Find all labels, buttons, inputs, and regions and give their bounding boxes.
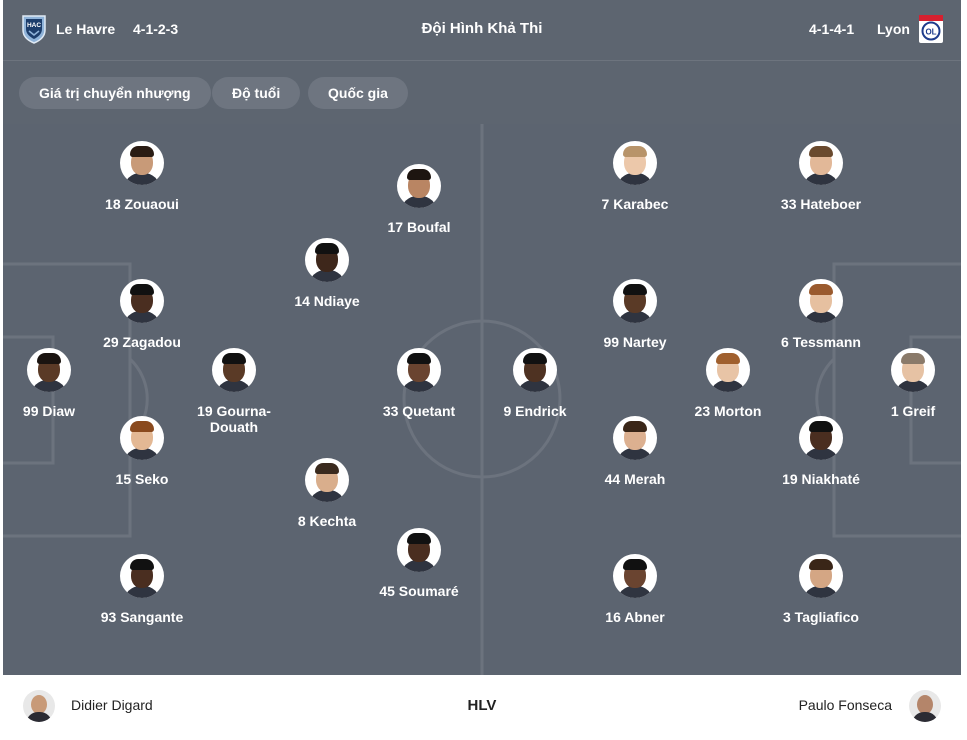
away-coach-name[interactable]: Paulo Fonseca [799, 697, 892, 713]
player-avatar[interactable] [706, 348, 750, 392]
away-player[interactable]: 23 Morton [663, 348, 793, 419]
away-formation: 4-1-4-1 [809, 21, 855, 37]
player-name[interactable]: 17 Boufal [354, 219, 484, 235]
player-name[interactable]: 45 Soumaré [354, 583, 484, 599]
player-name[interactable]: 33 Hateboer [756, 196, 886, 212]
tab-transfer-value[interactable]: Giá trị chuyển nhượng [19, 77, 211, 109]
home-player[interactable]: 8 Kechta [262, 458, 392, 529]
player-name[interactable]: 18 Zouaoui [77, 196, 207, 212]
player-avatar[interactable] [799, 279, 843, 323]
match-header: HAC Le Havre 4-1-2-3 Đội Hình Khả Thi 4-… [3, 0, 961, 60]
view-tabs: Giá trị chuyển nhượng Độ tuổi Quốc gia [3, 61, 961, 124]
player-avatar[interactable] [397, 528, 441, 572]
player-name[interactable]: 19 Gourna- Douath [169, 403, 299, 435]
player-avatar[interactable] [305, 238, 349, 282]
away-player[interactable]: 33 Hateboer [756, 141, 886, 212]
home-player[interactable]: 99 Diaw [3, 348, 114, 419]
player-name[interactable]: 14 Ndiaye [262, 293, 392, 309]
away-player[interactable]: 6 Tessmann [756, 279, 886, 350]
home-player[interactable]: 93 Sangante [77, 554, 207, 625]
player-avatar[interactable] [513, 348, 557, 392]
player-avatar[interactable] [613, 279, 657, 323]
home-player[interactable]: 19 Gourna- Douath [169, 348, 299, 435]
away-player[interactable]: 3 Tagliafico [756, 554, 886, 625]
player-name[interactable]: 19 Niakhaté [756, 471, 886, 487]
player-name[interactable]: 9 Endrick [470, 403, 600, 419]
player-avatar[interactable] [212, 348, 256, 392]
away-player[interactable]: 16 Abner [570, 554, 700, 625]
player-name[interactable]: 16 Abner [570, 609, 700, 625]
svg-text:OL: OL [925, 28, 936, 37]
tab-nationality[interactable]: Quốc gia [308, 77, 408, 109]
tab-age[interactable]: Độ tuổi [212, 77, 301, 109]
player-name[interactable]: 33 Quetant [354, 403, 484, 419]
player-avatar[interactable] [120, 416, 164, 460]
player-avatar[interactable] [799, 416, 843, 460]
player-avatar[interactable] [799, 141, 843, 185]
away-coach-avatar[interactable] [909, 690, 941, 722]
away-team-name[interactable]: Lyon [877, 21, 910, 37]
away-player[interactable]: 19 Niakhaté [756, 416, 886, 487]
player-avatar[interactable] [613, 554, 657, 598]
away-player[interactable]: 44 Merah [570, 416, 700, 487]
player-avatar[interactable] [120, 554, 164, 598]
player-avatar[interactable] [397, 164, 441, 208]
player-avatar[interactable] [120, 141, 164, 185]
player-name[interactable]: 93 Sangante [77, 609, 207, 625]
lyon-logo[interactable]: OL [918, 14, 944, 44]
home-player[interactable]: 18 Zouaoui [77, 141, 207, 212]
home-player[interactable]: 29 Zagadou [77, 279, 207, 350]
home-player[interactable]: 45 Soumaré [354, 528, 484, 599]
home-player[interactable]: 17 Boufal [354, 164, 484, 235]
player-avatar[interactable] [27, 348, 71, 392]
player-name[interactable]: 44 Merah [570, 471, 700, 487]
home-player[interactable]: 14 Ndiaye [262, 238, 392, 309]
away-player[interactable]: 1 Greif [848, 348, 961, 419]
player-avatar[interactable] [799, 554, 843, 598]
player-avatar[interactable] [397, 348, 441, 392]
player-name[interactable]: 7 Karabec [570, 196, 700, 212]
player-avatar[interactable] [891, 348, 935, 392]
player-avatar[interactable] [613, 141, 657, 185]
away-player[interactable]: 99 Nartey [570, 279, 700, 350]
player-name[interactable]: 15 Seko [77, 471, 207, 487]
home-player[interactable]: 33 Quetant [354, 348, 484, 419]
away-player[interactable]: 9 Endrick [470, 348, 600, 419]
away-player[interactable]: 7 Karabec [570, 141, 700, 212]
player-avatar[interactable] [305, 458, 349, 502]
coaches-bar: Didier Digard HLV Paulo Fonseca [3, 675, 961, 737]
player-avatar[interactable] [613, 416, 657, 460]
pitch: 99 Diaw 29 Zagadou 15 Seko 18 Zouaoui 93 San… [3, 124, 961, 675]
player-name[interactable]: 8 Kechta [262, 513, 392, 529]
player-avatar[interactable] [120, 279, 164, 323]
player-name[interactable]: 3 Tagliafico [756, 609, 886, 625]
